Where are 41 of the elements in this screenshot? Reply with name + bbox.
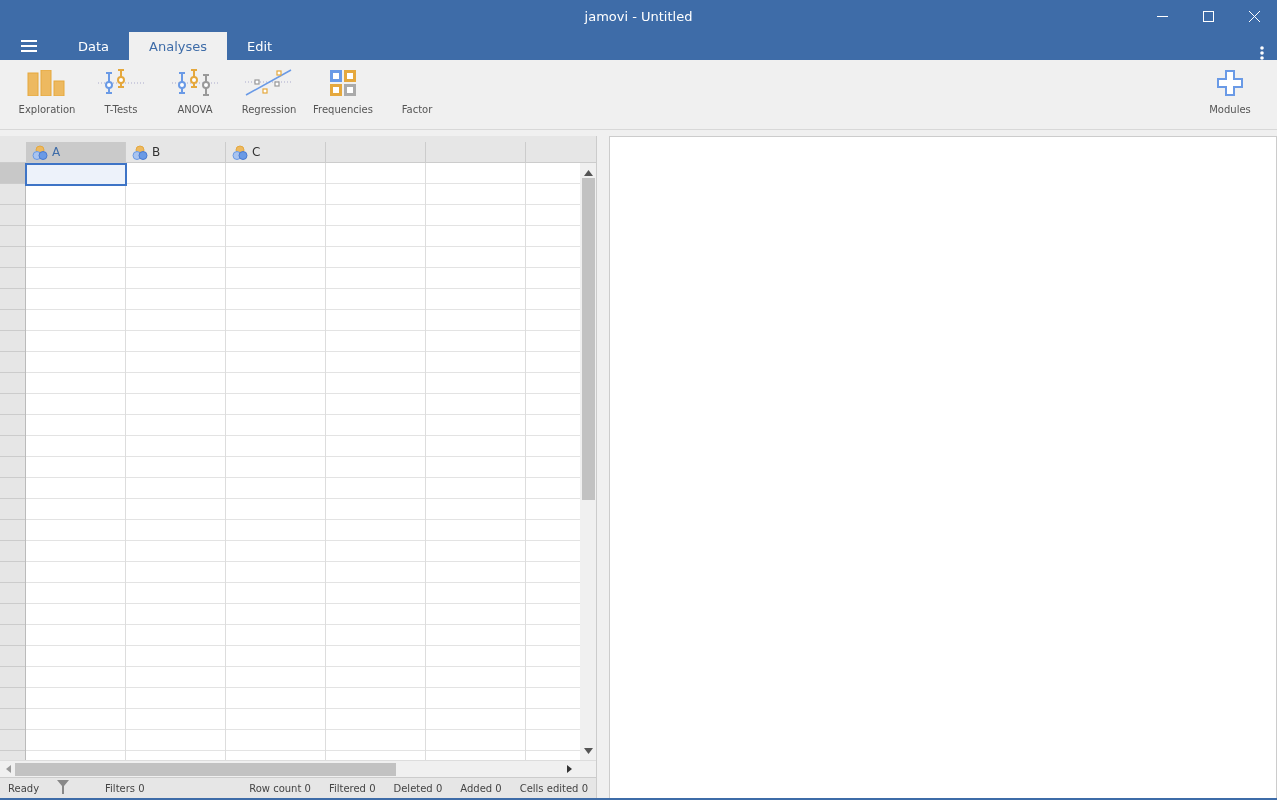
status-text: Ready <box>8 782 40 794</box>
selected-cell[interactable] <box>25 163 127 186</box>
modules-button[interactable]: Modules <box>1193 60 1267 129</box>
more-options-icon[interactable] <box>1260 46 1264 60</box>
error-bars-icon <box>98 69 144 97</box>
column-header[interactable]: C <box>226 142 326 162</box>
tab[interactable]: Edit <box>227 32 293 60</box>
cells-edited-count: Cells edited 0 <box>519 782 588 794</box>
scrollbar-thumb[interactable] <box>581 178 595 500</box>
close-icon[interactable] <box>1248 10 1260 22</box>
toolbar-button[interactable]: ANOVA <box>158 60 232 129</box>
bar-chart-icon <box>27 70 67 96</box>
deleted-count: Deleted 0 <box>393 782 443 794</box>
tab[interactable]: Analyses <box>129 32 227 60</box>
row-count: Row count 0 <box>249 782 311 794</box>
scroll-up-icon[interactable] <box>583 170 593 176</box>
nominal-variable-icon <box>32 144 48 160</box>
error-bars-icon <box>172 69 218 97</box>
toolbar-button[interactable]: T-Tests <box>84 60 158 129</box>
nominal-variable-icon <box>232 144 248 160</box>
toolbar-button[interactable]: Factor <box>380 60 454 129</box>
grid-squares-icon <box>330 70 356 96</box>
toolbar-button[interactable]: Frequencies <box>306 60 380 129</box>
filtered-count: Filtered 0 <box>328 782 376 794</box>
toolbar-button[interactable]: Exploration <box>10 60 84 129</box>
nominal-variable-icon <box>132 144 148 160</box>
column-header[interactable]: B <box>126 142 226 162</box>
toolbar-button[interactable]: Regression <box>232 60 306 129</box>
minimize-icon[interactable] <box>1156 15 1168 17</box>
added-count: Added 0 <box>460 782 502 794</box>
maximize-icon[interactable] <box>1202 10 1214 22</box>
scatter-line-icon <box>245 69 293 97</box>
window-title: jamovi - Untitled <box>584 8 693 24</box>
filter-icon[interactable] <box>57 780 70 794</box>
filters-count: Filters 0 <box>105 782 145 794</box>
tab[interactable]: Data <box>58 32 130 60</box>
scrollbar-thumb[interactable] <box>15 762 396 776</box>
scroll-right-icon[interactable] <box>567 765 572 773</box>
menu-icon[interactable] <box>21 40 37 52</box>
scroll-down-icon[interactable] <box>583 748 593 754</box>
plus-icon <box>1217 70 1243 96</box>
